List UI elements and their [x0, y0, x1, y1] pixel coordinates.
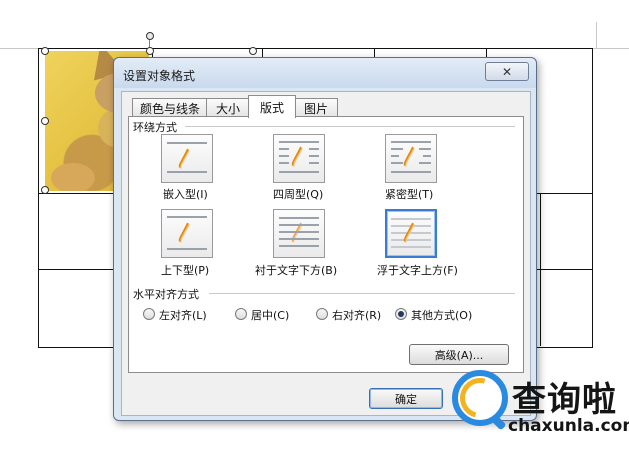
watermark-domain: chaxunla.com — [508, 416, 629, 436]
resize-handle[interactable] — [146, 47, 154, 55]
align-other-radio[interactable] — [395, 308, 407, 320]
align-center-option[interactable]: 居中(C) — [235, 307, 305, 322]
wrap-inline-label: 嵌入型(I) — [163, 188, 208, 201]
align-center-radio[interactable] — [235, 308, 247, 320]
rotation-handle[interactable] — [146, 32, 154, 40]
wrap-tight-label: 紧密型(T) — [385, 188, 434, 201]
format-object-dialog: 设置对象格式 ✕ 颜色与线条 大小 版式 图片 环绕方式 〳 嵌入型(I) 〳 … — [113, 57, 537, 421]
align-other-option[interactable]: 其他方式(O) — [395, 307, 485, 322]
align-group-rule — [209, 293, 515, 294]
tab-picture[interactable]: 图片 — [294, 98, 338, 117]
dialog-title: 设置对象格式 — [123, 69, 196, 83]
align-right-option[interactable]: 右对齐(R) — [316, 307, 396, 322]
wrap-square-icon[interactable]: 〳 — [273, 134, 325, 183]
dialog-body: 颜色与线条 大小 版式 图片 环绕方式 〳 嵌入型(I) 〳 四周型(Q) 〳 … — [121, 91, 531, 416]
wrap-group-label: 环绕方式 — [133, 119, 177, 135]
align-right-radio[interactable] — [316, 308, 328, 320]
tab-colors-lines[interactable]: 颜色与线条 — [132, 98, 208, 117]
watermark-handle-icon — [489, 413, 507, 431]
wrap-in-front-label: 浮于文字上方(F) — [377, 264, 458, 277]
align-left-option[interactable]: 左对齐(L) — [143, 307, 223, 322]
layout-tab-panel: 环绕方式 〳 嵌入型(I) 〳 四周型(Q) 〳 紧密型(T) 〳 上下型(P)… — [128, 116, 524, 373]
advanced-button[interactable]: 高级(A)... — [409, 344, 509, 365]
align-left-radio[interactable] — [143, 308, 155, 320]
page-margin-guide — [0, 48, 38, 49]
wrap-behind-text-label: 衬于文字下方(B) — [255, 264, 338, 277]
resize-handle[interactable] — [249, 47, 257, 55]
wrap-top-bottom-label: 上下型(P) — [161, 264, 210, 277]
wrap-in-front-icon[interactable]: 〳 — [385, 209, 437, 258]
align-group-label: 水平对齐方式 — [133, 286, 199, 302]
resize-handle[interactable] — [41, 186, 49, 194]
resize-handle[interactable] — [41, 117, 49, 125]
wrap-square-label: 四周型(Q) — [273, 188, 324, 201]
watermark-brand: 查询啦 — [512, 380, 617, 420]
close-button[interactable]: ✕ — [485, 62, 529, 81]
watermark-logo: 查询啦 chaxunla.com — [452, 370, 629, 450]
resize-handle[interactable] — [41, 47, 49, 55]
wrap-inline-icon[interactable]: 〳 — [161, 134, 213, 183]
tab-layout[interactable]: 版式 — [248, 95, 296, 118]
close-icon: ✕ — [501, 64, 513, 79]
tab-size[interactable]: 大小 — [206, 98, 250, 117]
wrap-top-bottom-icon[interactable]: 〳 — [161, 209, 213, 258]
wrap-group-rule — [185, 126, 515, 127]
wrap-behind-text-icon[interactable]: 〳 — [273, 209, 325, 258]
page-margin-guide — [596, 22, 597, 48]
dialog-titlebar[interactable]: 设置对象格式 ✕ — [114, 58, 536, 88]
wrap-tight-icon[interactable]: 〳 — [385, 134, 437, 183]
table-column-divider — [540, 193, 541, 346]
page-margin-guide — [590, 48, 629, 49]
ok-button[interactable]: 确定 — [369, 388, 443, 409]
